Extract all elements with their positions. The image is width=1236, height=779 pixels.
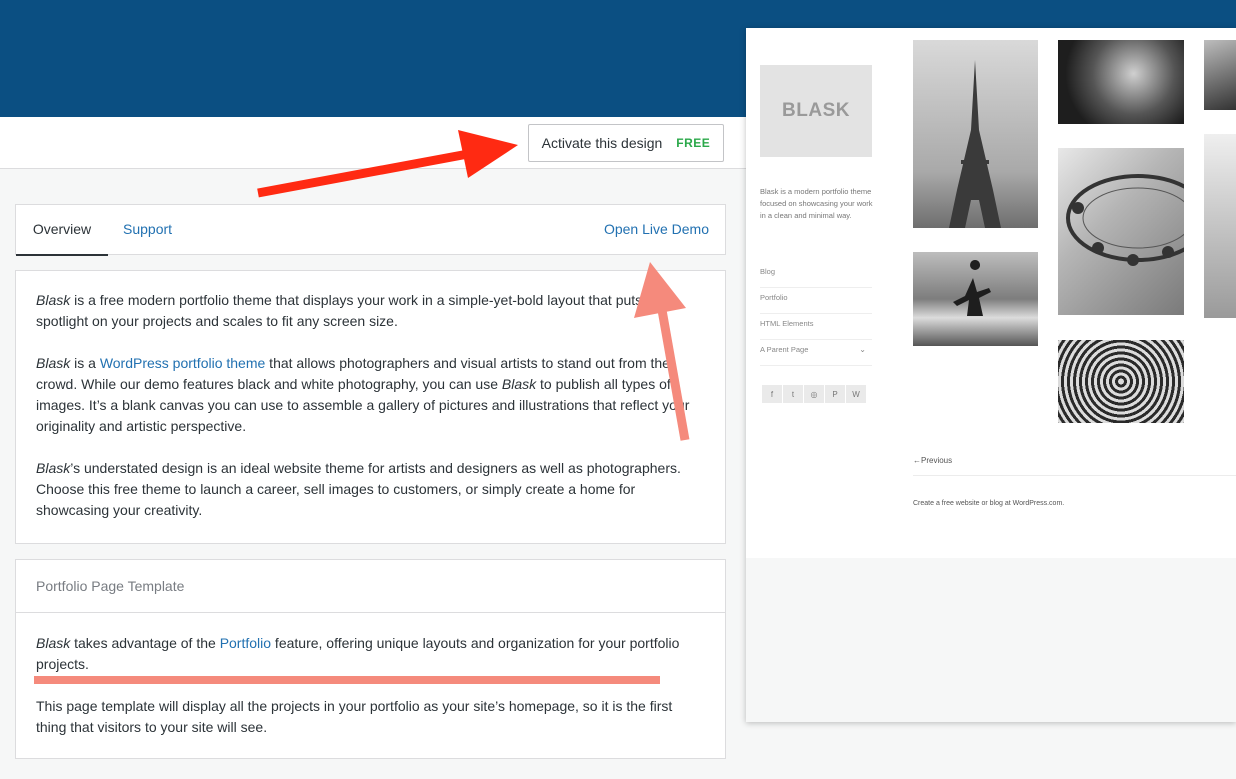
wordpress-icon[interactable]: W: [846, 385, 866, 403]
theme-name: Blask: [36, 635, 71, 651]
portfolio-template-card: Portfolio Page Template Blask takes adva…: [15, 559, 726, 759]
surfer-photo: [913, 252, 1038, 346]
partial-photo-top-right: [1204, 40, 1236, 110]
paragraph-text: ’s understated design is an ideal websit…: [36, 460, 681, 518]
free-badge: FREE: [676, 136, 711, 150]
portfolio-link[interactable]: Portfolio: [220, 635, 271, 651]
preview-nav-item[interactable]: A Parent Page ⌄: [760, 340, 872, 366]
template-paragraph: Blask takes advantage of the Portfolio f…: [36, 633, 705, 675]
rope-knot-photo: [1058, 40, 1184, 124]
preview-nav: Blog Portfolio HTML Elements A Parent Pa…: [760, 262, 872, 366]
preview-divider: [913, 475, 1236, 476]
description-paragraph: Blask is a free modern portfolio theme t…: [36, 290, 705, 332]
open-live-demo-link[interactable]: Open Live Demo: [604, 205, 709, 254]
theme-name: Blask: [36, 355, 71, 371]
twitter-icon[interactable]: t: [783, 385, 803, 403]
tab-support[interactable]: Support: [123, 205, 172, 254]
preview-nav-item[interactable]: Portfolio: [760, 288, 872, 314]
tab-overview[interactable]: Overview: [16, 205, 108, 256]
preview-bottom-area: [746, 558, 1236, 722]
portfolio-template-heading: Portfolio Page Template: [16, 560, 725, 613]
theme-tabs: Overview Support Open Live Demo: [15, 204, 726, 256]
ferris-wheel-photo: [1058, 148, 1184, 315]
theme-name: Blask: [501, 376, 537, 392]
paragraph-text: takes advantage of the: [70, 635, 220, 651]
preview-previous-link[interactable]: ←Previous: [913, 456, 952, 465]
preview-tagline: Blask is a modern portfolio theme focuse…: [760, 187, 873, 220]
theme-preview[interactable]: BLASK Blask is a modern portfolio theme …: [746, 28, 1236, 722]
preview-nav-item[interactable]: HTML Elements: [760, 314, 872, 340]
preview-footer: Create a free website or blog at WordPre…: [913, 500, 1065, 507]
preview-logo: BLASK: [760, 65, 872, 157]
description-paragraph: Blask’s understated design is an ideal w…: [36, 458, 705, 521]
theme-name: Blask: [36, 460, 71, 476]
facebook-icon[interactable]: f: [762, 385, 782, 403]
preview-nav-label: A Parent Page: [760, 345, 809, 354]
pinterest-icon[interactable]: P: [825, 385, 845, 403]
instagram-icon[interactable]: ◎: [804, 385, 824, 403]
activate-design-button[interactable]: Activate this design FREE: [528, 124, 724, 162]
tree-rings-photo: [1058, 340, 1184, 423]
partial-photo-right: [1204, 134, 1236, 318]
template-paragraph: This page template will display all the …: [36, 698, 673, 735]
activate-button-label: Activate this design: [541, 135, 663, 151]
description-paragraph: Blask is a WordPress portfolio theme tha…: [36, 353, 705, 437]
theme-description: Blask is a free modern portfolio theme t…: [15, 270, 726, 544]
preview-social-icons: f t ◎ P W: [762, 385, 866, 403]
paragraph-text: is a: [70, 355, 100, 371]
wordpress-portfolio-theme-link[interactable]: WordPress portfolio theme: [100, 355, 265, 371]
eiffel-tower-photo: [913, 40, 1038, 228]
preview-nav-item[interactable]: Blog: [760, 262, 872, 288]
paragraph-text: is a free modern portfolio theme that di…: [36, 292, 666, 329]
chevron-down-icon[interactable]: ⌄: [859, 340, 866, 360]
theme-name: Blask: [36, 292, 71, 308]
